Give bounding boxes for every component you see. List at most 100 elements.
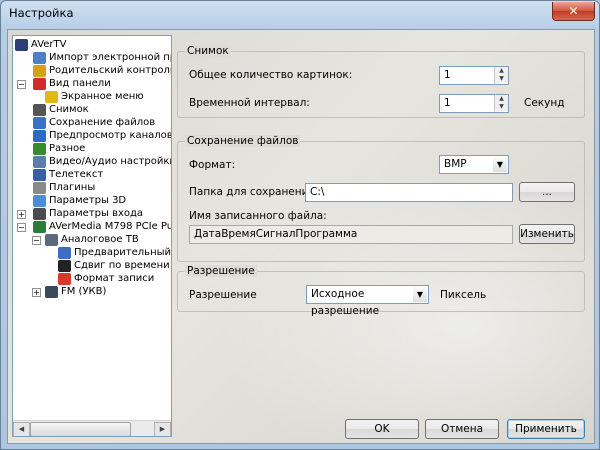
arrow-left-icon: ◀ xyxy=(18,425,25,433)
tree-item-label: Сохранение файлов xyxy=(49,117,156,128)
interval-label: Временной интервал: xyxy=(189,97,310,109)
tools-icon xyxy=(33,155,46,168)
collapse-icon[interactable]: − xyxy=(17,80,26,89)
tree-item[interactable]: Аналоговое ТВ xyxy=(45,233,139,246)
spin-up-icon[interactable]: ▲ xyxy=(495,67,508,75)
input-params-icon xyxy=(33,207,46,220)
scroll-left-button[interactable]: ◀ xyxy=(13,422,30,436)
eye-icon xyxy=(33,129,46,142)
settings-tree[interactable]: AVerTV Импорт электронной прогр Родительск… xyxy=(12,35,172,437)
spin-down-icon[interactable]: ▼ xyxy=(495,103,508,111)
tree-item-label: Экранное меню xyxy=(61,91,144,102)
tree-item[interactable]: Формат записи xyxy=(58,272,154,285)
resolution-label: Разрешение xyxy=(189,289,257,301)
tree-item-label: AVerTV xyxy=(31,39,67,50)
tree-item-label: Аналоговое ТВ xyxy=(61,234,139,245)
tree-item-label: Видео/Аудио настройки xyxy=(49,156,171,167)
avertv-icon xyxy=(15,38,28,51)
image-count-input[interactable]: 1 ▲ ▼ xyxy=(439,66,509,85)
lock-icon xyxy=(33,64,46,77)
import-icon xyxy=(33,51,46,64)
chevron-down-icon[interactable]: ▼ xyxy=(493,157,507,172)
preview-icon xyxy=(58,246,71,259)
save-folder-input[interactable]: C:\ xyxy=(305,183,513,202)
tree-item[interactable]: Параметры входа xyxy=(33,207,143,220)
tree-item-label: Параметры входа xyxy=(49,208,144,219)
tree-item[interactable]: Предпросмотр каналов xyxy=(33,129,171,142)
chevron-down-icon[interactable]: ▼ xyxy=(413,287,427,302)
interval-unit: Секунд xyxy=(524,97,565,109)
tree-item[interactable]: Видео/Аудио настройки xyxy=(33,155,171,168)
image-count-label: Общее количество картинок: xyxy=(189,69,353,81)
cancel-button[interactable]: Отмена xyxy=(425,419,499,439)
tree-item-label: Родительский контроль xyxy=(49,65,171,76)
save-folder-label: Папка для сохранения: xyxy=(189,186,319,198)
expand-icon[interactable]: + xyxy=(32,288,41,297)
tree-item[interactable]: Экранное меню xyxy=(45,90,144,103)
arrow-right-icon: ▶ xyxy=(159,425,166,433)
image-count-stepper[interactable]: ▲ ▼ xyxy=(494,67,508,84)
browse-button[interactable]: ... xyxy=(519,182,575,202)
tree-item[interactable]: AVerMedia M798 PCIe Pure xyxy=(33,220,171,233)
expand-icon[interactable]: + xyxy=(17,210,26,219)
resolution-group: Разрешение Разрешение Исходное разрешени… xyxy=(177,265,585,317)
tree-item[interactable]: AVerTV xyxy=(15,38,66,51)
tree-item-label: Телетекст xyxy=(49,169,104,180)
tree-item-label: Формат записи xyxy=(74,273,155,284)
osd-icon xyxy=(45,90,58,103)
scroll-thumb[interactable] xyxy=(30,422,131,436)
record-icon xyxy=(58,272,71,285)
tree-item[interactable]: Снимок xyxy=(33,103,89,116)
snapshot-legend: Снимок xyxy=(185,45,231,57)
resolution-unit: Пиксель xyxy=(440,289,487,301)
camera-icon xyxy=(33,103,46,116)
tree-item[interactable]: Сдвиг по времени xyxy=(58,259,170,272)
ok-button[interactable]: OK xyxy=(345,419,419,439)
apply-button[interactable]: Применить xyxy=(507,419,585,439)
window-title: Настройка xyxy=(9,6,74,20)
close-button[interactable]: ✕ xyxy=(552,2,595,21)
interval-input[interactable]: 1 ▲ ▼ xyxy=(439,94,509,113)
settings-window: Настройка ✕ AVerTV Импорт электронной п ро… xyxy=(0,0,600,450)
tree-item[interactable]: FM (УКВ) xyxy=(45,285,106,298)
tree-item[interactable]: Вид панели xyxy=(33,77,111,90)
dialog-client-area: AVerTV Импорт электронной прогр Родительск… xyxy=(7,29,595,444)
tree-item-label: Предварительный xyxy=(74,247,171,258)
tree-item-label: Вид панели xyxy=(49,78,111,89)
resolution-select[interactable]: Исходное разрешение ▼ xyxy=(306,285,429,317)
device-icon xyxy=(33,220,46,233)
tree-item-label: Предпросмотр каналов xyxy=(49,130,171,141)
tree-horizontal-scrollbar[interactable]: ◀ ▶ xyxy=(13,420,171,436)
tree-items: AVerTV Импорт электронной прогр Родительск… xyxy=(13,36,171,421)
teletext-icon xyxy=(33,168,46,181)
tree-item[interactable]: Плагины xyxy=(33,181,95,194)
snapshot-group: Снимок Общее количество картинок: 1 ▲ ▼ … xyxy=(177,45,585,118)
close-icon: ✕ xyxy=(568,4,579,18)
scroll-right-button[interactable]: ▶ xyxy=(154,422,171,436)
tree-item[interactable]: Родительский контроль xyxy=(33,64,171,77)
save-files-legend: Сохранение файлов xyxy=(185,135,301,147)
spin-up-icon[interactable]: ▲ xyxy=(495,95,508,103)
tree-item[interactable]: Разное xyxy=(33,142,85,155)
check-icon xyxy=(33,142,46,155)
format-select[interactable]: BMP ▼ xyxy=(439,155,509,174)
save-files-group: Сохранение файлов Формат: BMP ▼ Папка дл… xyxy=(177,135,585,262)
tree-item[interactable]: Предварительный xyxy=(58,246,171,259)
tree-item[interactable]: Импорт электронной прогр xyxy=(33,51,171,64)
tree-item[interactable]: Сохранение файлов xyxy=(33,116,155,129)
change-name-button[interactable]: Изменить xyxy=(519,224,575,244)
tree-item[interactable]: Параметры 3D xyxy=(33,194,126,207)
timeshift-icon xyxy=(58,259,71,272)
tree-item-label: FM (УКВ) xyxy=(61,286,107,297)
interval-stepper[interactable]: ▲ ▼ xyxy=(494,95,508,112)
panel-view-icon xyxy=(33,77,46,90)
tree-item-label: Импорт электронной прогр xyxy=(49,52,171,63)
tree-item-label: AVerMedia M798 PCIe Pure xyxy=(49,221,171,232)
file-name-label: Имя записанного файла: xyxy=(189,210,327,222)
collapse-icon[interactable]: − xyxy=(32,236,41,245)
collapse-icon[interactable]: − xyxy=(17,223,26,232)
resolution-legend: Разрешение xyxy=(185,265,257,277)
tree-item[interactable]: Телетекст xyxy=(33,168,103,181)
save-files-icon xyxy=(33,116,46,129)
spin-down-icon[interactable]: ▼ xyxy=(495,75,508,83)
